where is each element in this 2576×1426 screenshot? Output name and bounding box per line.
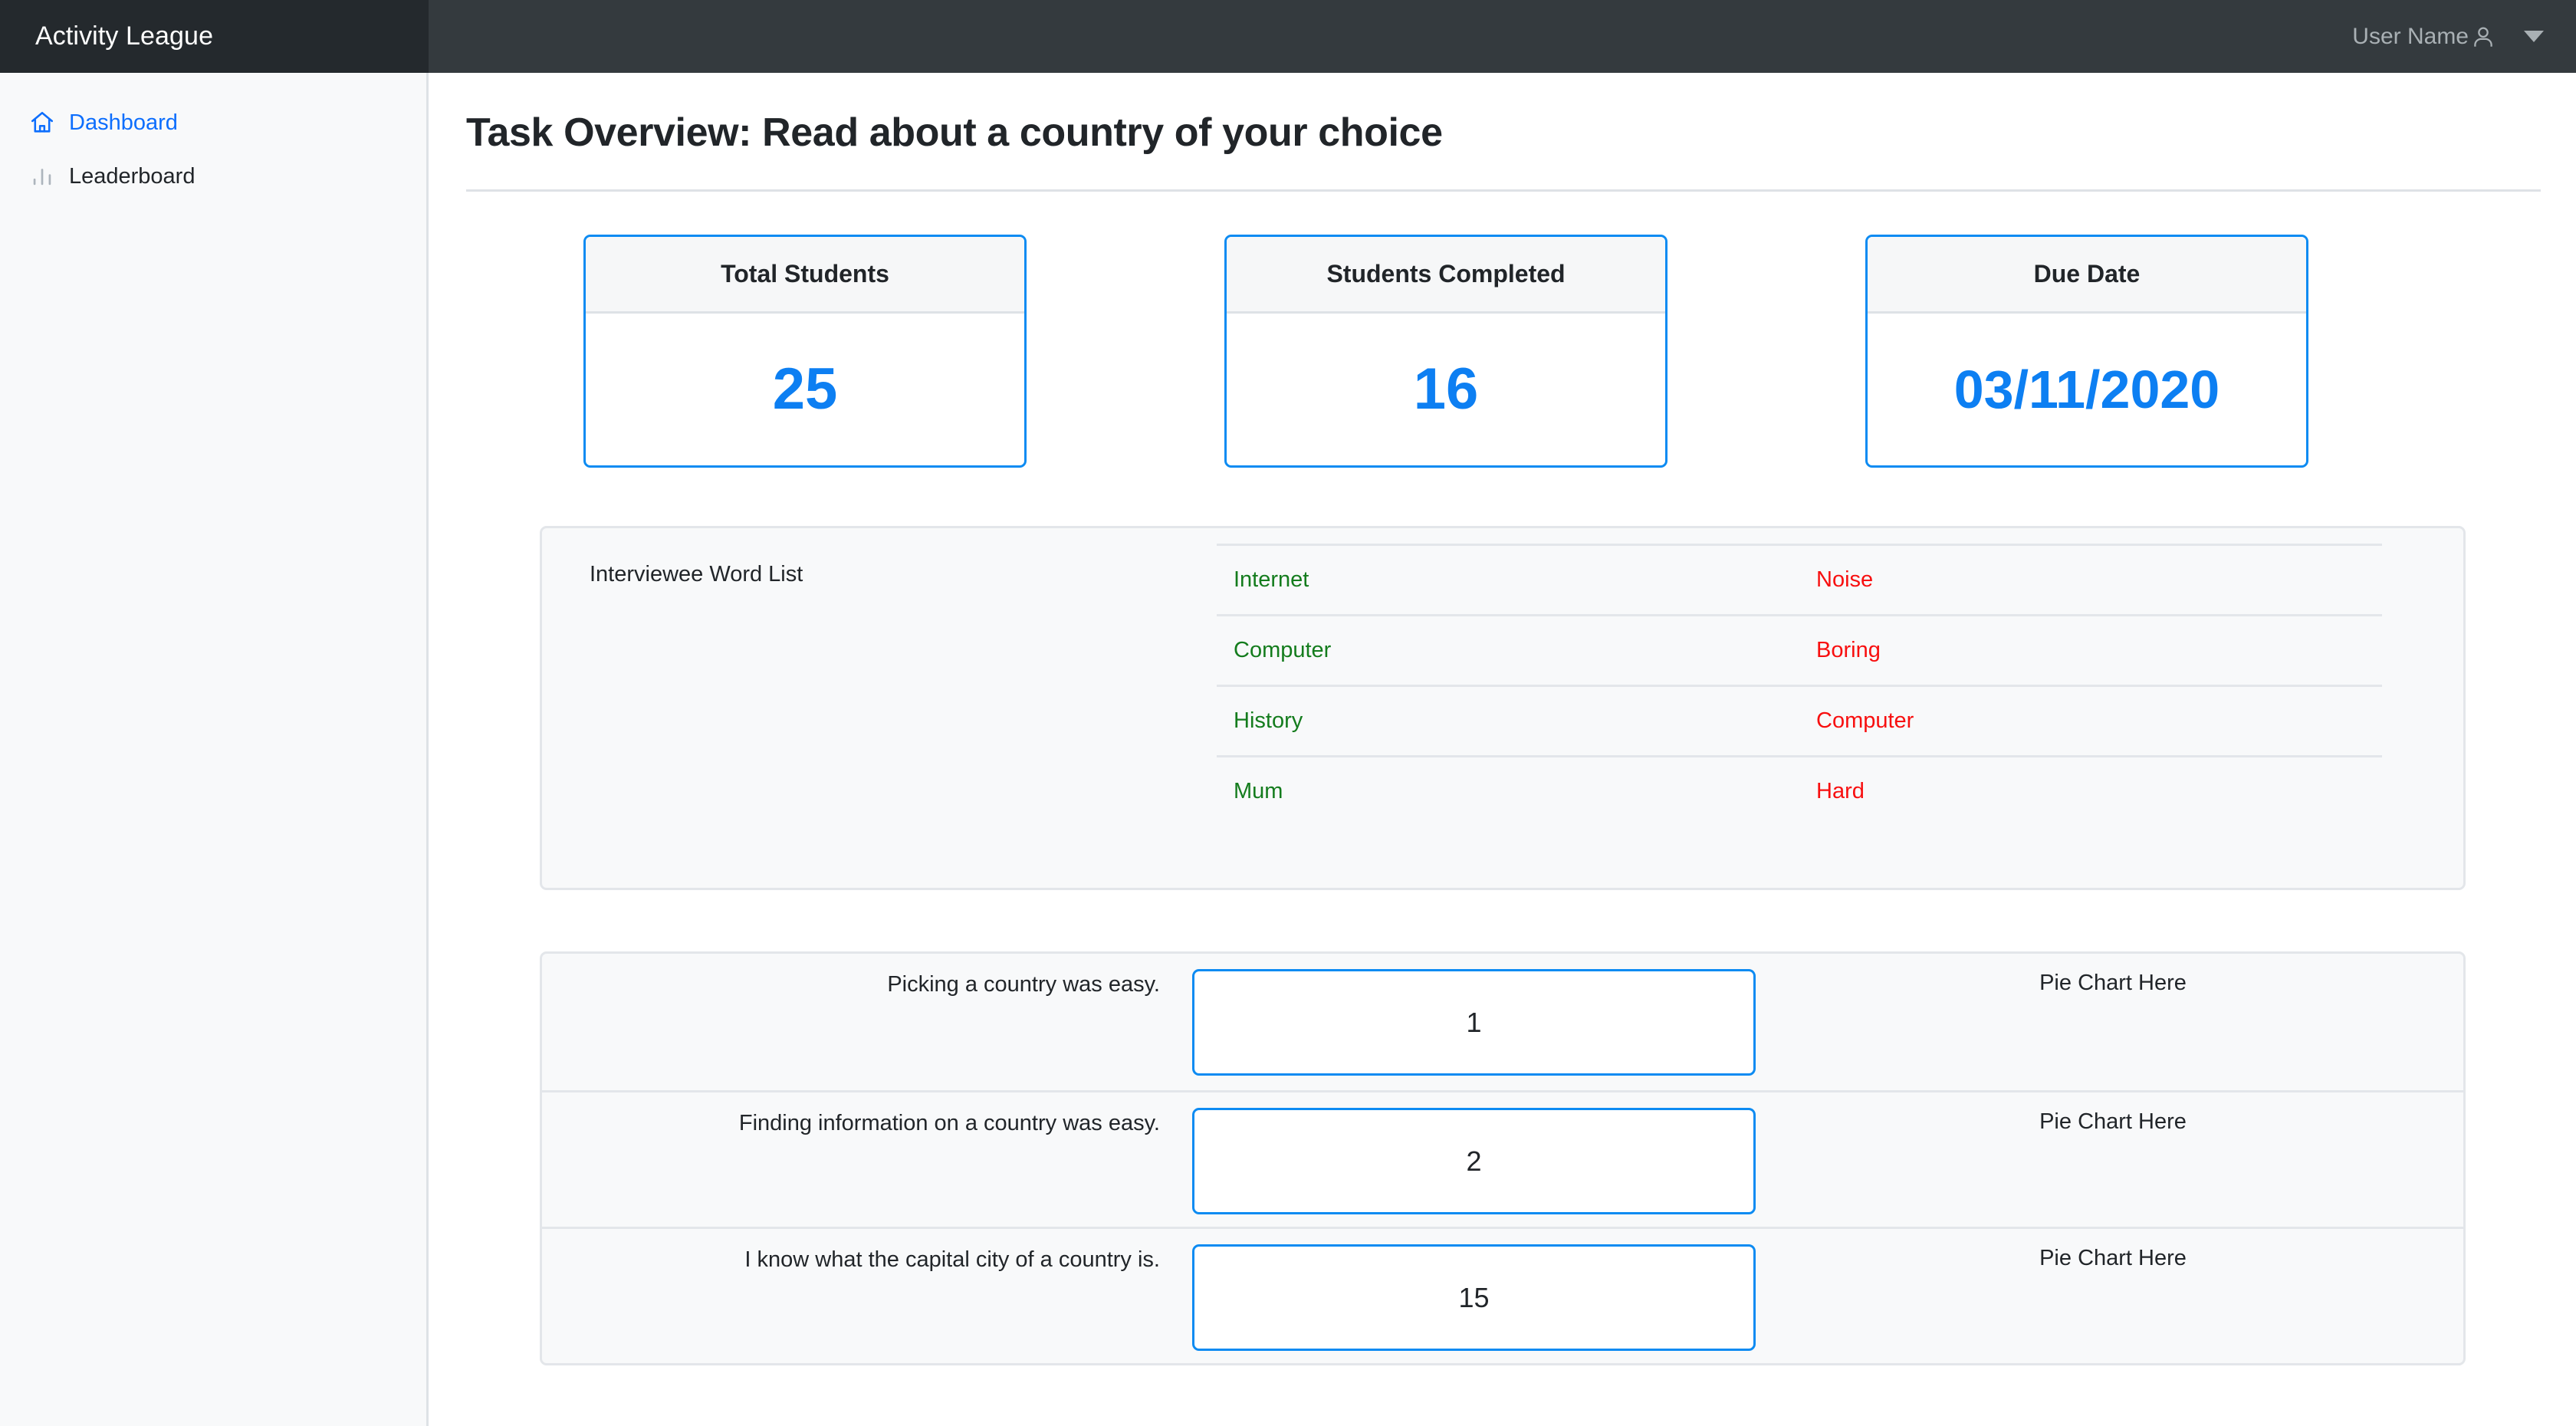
interviewee-word-list-panel: Interviewee Word List Internet Computer … — [540, 526, 2466, 890]
survey-question-cell: I know what the capital city of a countr… — [542, 1229, 1192, 1273]
word-row: Boring — [1799, 614, 2382, 685]
survey-answer-cell: 15 — [1192, 1229, 1775, 1351]
survey-answer-value: 15 — [1458, 1281, 1490, 1313]
page-title: Task Overview: Read about a country of y… — [466, 110, 1443, 155]
survey-answer-input[interactable]: 15 — [1192, 1244, 1756, 1351]
stat-card-body: 25 — [586, 314, 1024, 465]
survey-answer-cell: 2 — [1192, 1092, 1775, 1214]
main-content: Task Overview: Read about a country of y… — [431, 73, 2576, 1426]
chevron-down-icon[interactable] — [2524, 31, 2544, 42]
word-negative: Hard — [1816, 779, 1865, 803]
survey-answer-value: 1 — [1466, 1006, 1482, 1038]
word-row: Computer — [1217, 614, 1799, 685]
pie-chart-placeholder: Pie Chart Here — [2039, 1246, 2187, 1270]
sidebar: Dashboard Leaderboard — [0, 73, 429, 1426]
stat-card-slot: Total Students 25 — [485, 235, 1125, 468]
user-icon — [2470, 24, 2496, 50]
home-icon — [29, 110, 55, 136]
stat-card-body: 03/11/2020 — [1868, 314, 2306, 465]
word-positive: History — [1234, 708, 1303, 733]
stat-card-value: 25 — [772, 356, 838, 422]
stat-card-students-completed: Students Completed 16 — [1224, 235, 1668, 468]
stat-card-title: Total Students — [721, 260, 889, 288]
survey-question-text: I know what the capital city of a countr… — [744, 1247, 1160, 1272]
stat-card-title: Due Date — [2033, 260, 2141, 288]
stat-card-header: Total Students — [586, 237, 1024, 314]
stat-card-title: Students Completed — [1326, 260, 1566, 288]
word-row: Noise — [1799, 544, 2382, 614]
survey-panel: Picking a country was easy. 1 Pie Chart … — [540, 951, 2466, 1365]
survey-question-cell: Picking a country was easy. — [542, 954, 1192, 998]
word-negative: Computer — [1816, 708, 1914, 733]
word-positive: Mum — [1234, 779, 1283, 803]
survey-answer-input[interactable]: 2 — [1192, 1108, 1756, 1214]
survey-row: Finding information on a country was eas… — [542, 1090, 2463, 1227]
positive-words-column: Internet Computer History Mum — [1217, 528, 1799, 888]
word-negative: Noise — [1816, 567, 1874, 592]
pie-chart-placeholder: Pie Chart Here — [2039, 971, 2187, 995]
brand-title: Activity League — [35, 21, 214, 51]
sidebar-item-dashboard[interactable]: Dashboard — [0, 96, 426, 150]
word-list-label: Interviewee Word List — [590, 562, 803, 586]
stat-card-slot: Due Date 03/11/2020 — [1766, 235, 2407, 468]
survey-chart-cell: Pie Chart Here — [1775, 1092, 2451, 1135]
sidebar-item-label: Dashboard — [69, 110, 178, 135]
bar-chart-icon — [29, 163, 55, 189]
word-list-label-column: Interviewee Word List — [542, 528, 1217, 888]
word-row: Mum — [1217, 755, 1799, 826]
stat-card-header: Due Date — [1868, 237, 2306, 314]
top-bar: Activity League User Name — [0, 0, 2576, 73]
survey-answer-cell: 1 — [1192, 954, 1775, 1076]
survey-chart-cell: Pie Chart Here — [1775, 1229, 2451, 1271]
survey-question-text: Picking a country was easy. — [887, 972, 1160, 997]
survey-question-cell: Finding information on a country was eas… — [542, 1092, 1192, 1137]
word-positive: Internet — [1234, 567, 1309, 592]
word-row: Internet — [1217, 544, 1799, 614]
stat-card-slot: Students Completed 16 — [1125, 235, 1766, 468]
word-positive: Computer — [1234, 638, 1332, 662]
negative-words-column: Noise Boring Computer Hard — [1799, 528, 2382, 888]
stat-card-body: 16 — [1227, 314, 1665, 465]
word-negative: Boring — [1816, 638, 1881, 662]
user-name-label: User Name — [2352, 23, 2469, 49]
stat-cards-row: Total Students 25 Students Completed 16 — [431, 235, 2576, 468]
word-row: History — [1217, 685, 1799, 755]
stat-card-total-students: Total Students 25 — [583, 235, 1027, 468]
stat-card-header: Students Completed — [1227, 237, 1665, 314]
pie-chart-placeholder: Pie Chart Here — [2039, 1109, 2187, 1134]
sidebar-item-leaderboard[interactable]: Leaderboard — [0, 150, 426, 203]
title-divider — [466, 189, 2541, 192]
stat-card-due-date: Due Date 03/11/2020 — [1865, 235, 2308, 468]
survey-answer-value: 2 — [1466, 1145, 1482, 1177]
user-menu[interactable]: User Name — [2352, 24, 2496, 50]
survey-chart-cell: Pie Chart Here — [1775, 954, 2451, 996]
top-bar-right: User Name — [2352, 24, 2576, 50]
survey-row: Picking a country was easy. 1 Pie Chart … — [542, 954, 2463, 1090]
survey-question-text: Finding information on a country was eas… — [738, 1111, 1160, 1135]
word-row: Computer — [1799, 685, 2382, 755]
word-row: Hard — [1799, 755, 2382, 826]
survey-answer-input[interactable]: 1 — [1192, 969, 1756, 1076]
brand-area[interactable]: Activity League — [0, 0, 429, 73]
stat-card-value: 16 — [1413, 356, 1479, 422]
survey-row: I know what the capital city of a countr… — [542, 1227, 2463, 1363]
sidebar-item-label: Leaderboard — [69, 163, 196, 189]
stat-card-value: 03/11/2020 — [1953, 360, 2220, 419]
